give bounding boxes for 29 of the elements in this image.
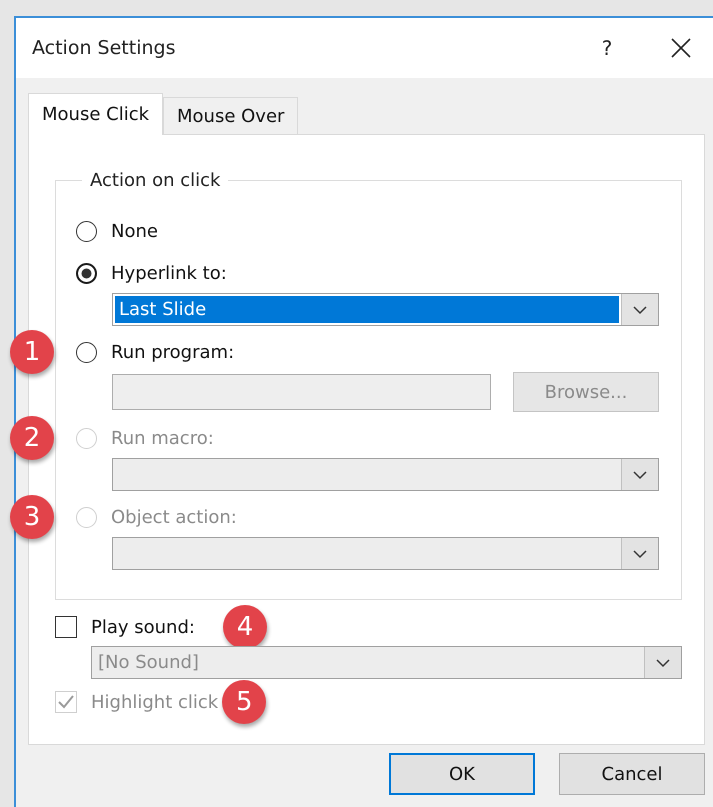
number-badge: 4 — [222, 605, 267, 649]
tab[interactable]: Mouse Click — [28, 93, 164, 135]
option-label: Run program: — [111, 342, 234, 362]
radio-button[interactable] — [76, 342, 97, 362]
chevron-down-icon — [655, 658, 671, 668]
number-badge: 3 — [10, 495, 54, 539]
chevron-down-icon — [632, 470, 648, 480]
option-label: Run macro: — [111, 428, 214, 448]
radio-button[interactable] — [76, 262, 97, 284]
option-dropdown[interactable]: Last Slide — [112, 293, 659, 326]
help-button[interactable]: ? — [587, 36, 627, 60]
number-badge: 5 — [222, 680, 266, 724]
checkbox-label: Highlight click — [91, 692, 218, 712]
number-badge: 2 — [10, 416, 54, 460]
radio-button[interactable] — [76, 220, 97, 242]
chevron-down-icon — [632, 548, 648, 558]
close-icon — [670, 37, 692, 59]
window-title: Action Settings — [32, 37, 176, 59]
ok-button[interactable]: OK — [389, 753, 535, 795]
tab[interactable]: Mouse Over — [163, 97, 298, 134]
option-label: Hyperlink to: — [111, 262, 227, 284]
option-label: Object action: — [111, 506, 237, 528]
checkbox[interactable] — [55, 616, 77, 638]
group-title: Action on click — [89, 170, 222, 191]
option-label: None — [111, 220, 158, 242]
cancel-button[interactable]: Cancel — [559, 753, 705, 795]
checkbox-label: Play sound: — [91, 616, 195, 638]
chevron-down-icon — [632, 304, 648, 314]
number-badge: 1 — [10, 330, 54, 374]
